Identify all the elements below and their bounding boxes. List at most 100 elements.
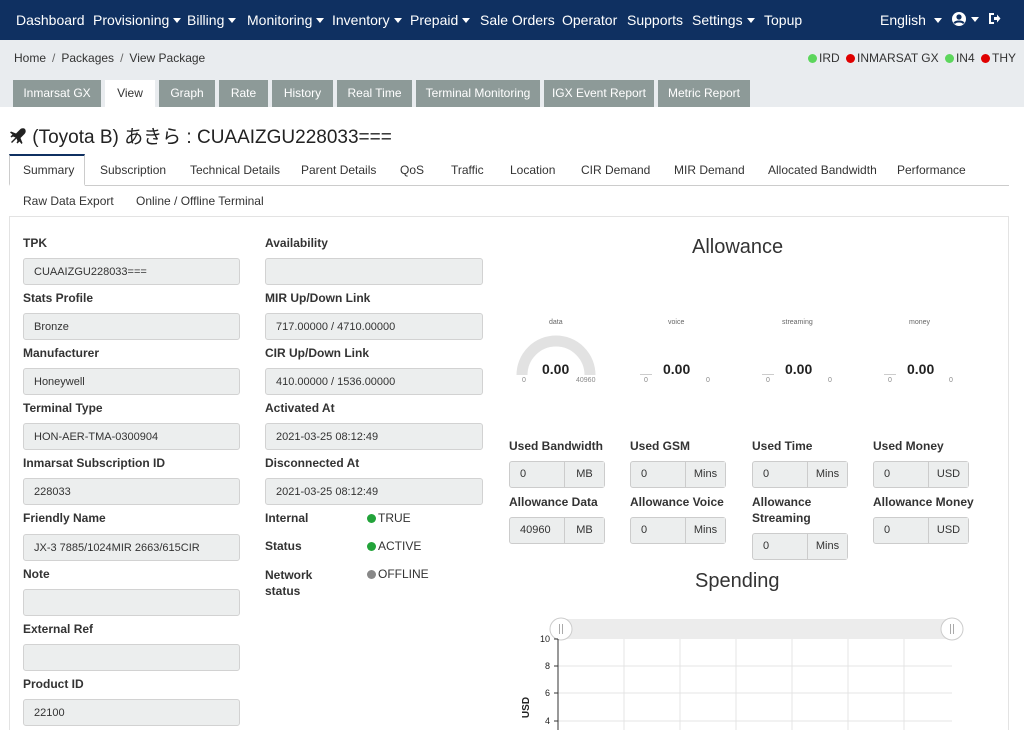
- y-axis-label: USD: [521, 696, 533, 719]
- range-slider-right-handle[interactable]: [940, 617, 964, 641]
- gauge-max-money: 0: [949, 377, 953, 384]
- subtab-qos[interactable]: QoS: [400, 163, 424, 177]
- y-tick-label: 10: [540, 634, 550, 644]
- subtab-performance[interactable]: Performance: [897, 163, 966, 177]
- subtab-parent-details[interactable]: Parent Details: [301, 163, 376, 177]
- allowance-streaming-unit: Mins: [807, 534, 847, 559]
- allowance-data-label: Allowance Data: [509, 495, 598, 509]
- used-bandwidth-label: Used Bandwidth: [509, 439, 604, 453]
- nav-supports[interactable]: Supports: [627, 12, 683, 28]
- nav-operator[interactable]: Operator: [562, 12, 617, 28]
- allowance-data-unit: MB: [564, 518, 604, 543]
- subtab-subscription[interactable]: Subscription: [100, 163, 166, 177]
- top-navbar: Dashboard Provisioning Billing Monitorin…: [0, 0, 1024, 40]
- nav-monitoring[interactable]: Monitoring: [247, 12, 325, 28]
- mir-field: 717.00000 / 4710.00000: [265, 313, 483, 340]
- subtab-traffic[interactable]: Traffic: [451, 163, 484, 177]
- subtab-location[interactable]: Location: [510, 163, 555, 177]
- breadcrumb: Home / Packages / View Package: [14, 51, 205, 65]
- gauge-label-data: data: [549, 319, 563, 326]
- field-label-terminal-type: Terminal Type: [23, 401, 103, 415]
- cir-field: 410.00000 / 1536.00000: [265, 368, 483, 395]
- allowance-data-field: 40960 MB: [509, 517, 605, 544]
- used-time-value: 0: [763, 468, 770, 480]
- logout-button[interactable]: [988, 12, 1001, 28]
- nav-topup[interactable]: Topup: [764, 12, 802, 28]
- range-slider-left-handle[interactable]: [549, 617, 573, 641]
- nav-inventory[interactable]: Inventory: [332, 12, 402, 28]
- subtab-online-offline-terminal[interactable]: Online / Offline Terminal: [136, 194, 264, 208]
- nav-provisioning[interactable]: Provisioning: [93, 12, 182, 28]
- network-status-value: OFFLINE: [378, 567, 429, 581]
- nav-sale-orders[interactable]: Sale Orders: [480, 12, 555, 28]
- gauge-min-money: 0: [888, 377, 892, 384]
- subtab-allocated-bandwidth[interactable]: Allocated Bandwidth: [768, 163, 877, 177]
- breadcrumb-packages[interactable]: Packages: [61, 51, 114, 65]
- gauge-min-streaming: 0: [766, 377, 770, 384]
- chevron-down-icon: [316, 18, 325, 23]
- y-tick-label: 6: [545, 688, 550, 698]
- gauge-max-voice: 0: [706, 377, 710, 384]
- language-selector[interactable]: English: [880, 12, 942, 28]
- nav-prepaid[interactable]: Prepaid: [410, 12, 471, 28]
- tab-metric-report[interactable]: Metric Report: [658, 80, 750, 107]
- range-slider-track[interactable]: [558, 619, 963, 639]
- subtab-raw-data-export[interactable]: Raw Data Export: [23, 194, 114, 208]
- subtab-cir-demand[interactable]: CIR Demand: [581, 163, 650, 177]
- y-tick-label: 4: [545, 716, 550, 726]
- breadcrumb-home[interactable]: Home: [14, 51, 46, 65]
- subtab-technical-details[interactable]: Technical Details: [190, 163, 280, 177]
- external-ref-field: [23, 644, 240, 671]
- tab-real-time[interactable]: Real Time: [337, 80, 412, 107]
- subtab-summary[interactable]: Summary: [23, 163, 74, 177]
- nav-dashboard[interactable]: Dashboard: [16, 12, 85, 28]
- spending-chart: 10 8 6 4: [540, 617, 964, 730]
- nav-inventory-label: Inventory: [332, 12, 390, 28]
- allowance-money-value: 0: [884, 524, 891, 536]
- field-label-disconnected-at: Disconnected At: [265, 456, 360, 470]
- tab-rate[interactable]: Rate: [219, 80, 268, 107]
- y-axis-ticks: [554, 638, 558, 722]
- field-label-availability: Availability: [265, 236, 328, 250]
- internal-status-value: TRUE: [378, 511, 411, 525]
- status-dot-icon: [944, 54, 954, 63]
- sign-out-icon: [989, 13, 1001, 24]
- tab-graph[interactable]: Graph: [159, 80, 215, 107]
- activated-at-field: 2021-03-25 08:12:49: [265, 423, 483, 450]
- nav-settings-label: Settings: [692, 12, 743, 28]
- field-label-friendly-name: Friendly Name: [23, 511, 106, 525]
- nav-settings[interactable]: Settings: [692, 12, 755, 28]
- tab-inmarsat-gx[interactable]: Inmarsat GX: [13, 80, 101, 107]
- active-status-badge: ACTIVE: [367, 539, 421, 553]
- tab-history[interactable]: History: [272, 80, 333, 107]
- used-money-field: 0 USD: [873, 461, 969, 488]
- status-dot-icon: [981, 54, 990, 63]
- used-bandwidth-value: 0: [520, 468, 527, 480]
- plane-icon: [10, 128, 26, 144]
- gauge-value-voice: 0.00: [663, 361, 691, 377]
- gauge-value-data: 0.00: [542, 361, 570, 377]
- status-dot-icon: [367, 542, 376, 551]
- used-time-field: 0 Mins: [752, 461, 848, 488]
- field-label-cir: CIR Up/Down Link: [265, 346, 369, 360]
- used-time-unit: Mins: [807, 462, 847, 487]
- note-field: [23, 589, 240, 616]
- chart-grid: [558, 639, 952, 730]
- tab-terminal-monitoring[interactable]: Terminal Monitoring: [416, 80, 540, 107]
- active-status-value: ACTIVE: [378, 539, 422, 553]
- disconnected-at-field: 2021-03-25 08:12:49: [265, 478, 483, 505]
- allowance-heading: Allowance: [692, 236, 784, 258]
- subtab-mir-demand[interactable]: MIR Demand: [674, 163, 745, 177]
- nav-provisioning-label: Provisioning: [93, 12, 170, 28]
- allowance-money-label: Allowance Money: [873, 495, 974, 509]
- user-menu[interactable]: [951, 11, 979, 27]
- field-label-manufacturer: Manufacturer: [23, 346, 100, 360]
- terminal-type-field: HON-AER-TMA-0300904: [23, 423, 240, 450]
- tab-view[interactable]: View: [105, 80, 155, 107]
- tab-igx-event-report[interactable]: IGX Event Report: [544, 80, 654, 107]
- nav-billing[interactable]: Billing: [187, 12, 237, 28]
- status-dot-icon: [367, 570, 376, 579]
- nav-billing-label: Billing: [187, 12, 225, 28]
- status-thy: THY: [992, 51, 1016, 65]
- gauge-track-voice: [640, 374, 652, 375]
